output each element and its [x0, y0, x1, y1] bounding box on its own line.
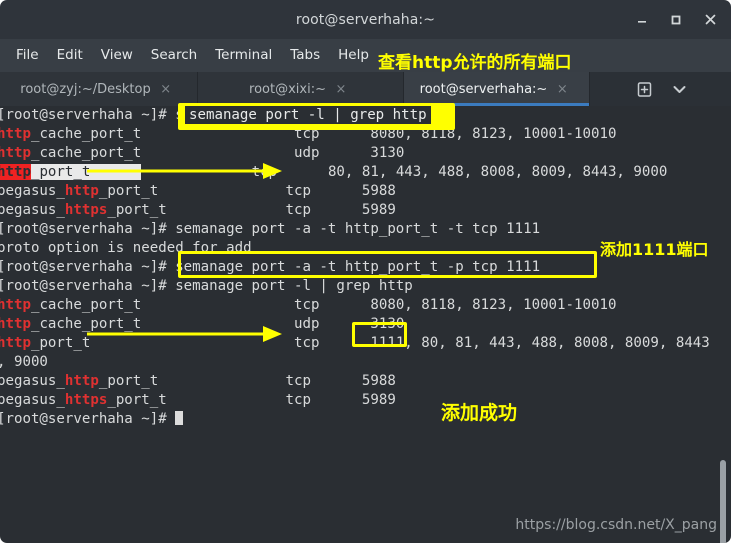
terminal-text: [root@serverhaha ~]# semanage port -l | …: [0, 278, 413, 294]
terminal-text: _port_t: [107, 202, 167, 218]
terminal-text: [root@serverhaha ~]# semanage port -a -t…: [0, 221, 541, 237]
terminal-text: http: [0, 164, 31, 180]
terminal-text: _port_t: [98, 373, 159, 389]
annotation-view-ports: 查看http允许的所有端口: [378, 53, 572, 73]
terminal-scrollbar[interactable]: [719, 106, 729, 543]
terminal-line: pegasus_https_port_t tcp 5989: [0, 201, 710, 220]
terminal-text: tcp 5988: [158, 183, 396, 199]
terminal-text: http: [64, 183, 99, 199]
terminal-text: [175, 411, 184, 425]
tab-close-icon[interactable]: ×: [555, 82, 569, 97]
tab-root-zyj-desktop[interactable]: root@zyj:~/Desktop ×: [0, 72, 198, 106]
terminal-text: http: [0, 316, 31, 332]
watermark: https://blog.csdn.net/X_pang: [515, 517, 717, 533]
terminal-text: http: [64, 373, 99, 389]
terminal-line: pegasus_http_port_t tcp 5988: [0, 372, 710, 391]
annotation-arrow-1: [87, 163, 282, 179]
menu-item-terminal[interactable]: Terminal: [206, 44, 281, 67]
menu-item-edit[interactable]: Edit: [48, 44, 92, 67]
terminal-text: tcp 5988: [158, 373, 396, 389]
menu-bar: File Edit View Search Terminal Tabs Help: [0, 39, 731, 72]
terminal-text: https: [64, 392, 108, 408]
terminal-text: pegasus_: [0, 392, 65, 408]
close-icon[interactable]: [695, 5, 725, 35]
terminal-text: [root@serverhaha ~]#: [0, 411, 176, 427]
terminal-line: http_cache_port_t tcp 8080, 8118, 8123, …: [0, 296, 710, 315]
terminal-text: _port_t: [30, 335, 91, 351]
terminal-text: , 9000: [0, 354, 48, 370]
terminal-text: udp 3130: [141, 145, 405, 161]
tab-bar-tools: [590, 72, 731, 106]
annotation-arrow-2: [87, 326, 282, 342]
terminal-text: https: [64, 202, 108, 218]
tab-close-icon[interactable]: ×: [159, 82, 173, 97]
tab-root-xixi[interactable]: root@xixi:~ ×: [198, 72, 404, 106]
terminal-text: tcp 5989: [166, 392, 396, 408]
minimize-icon[interactable]: [627, 5, 657, 35]
terminal-text: _port_t: [98, 183, 159, 199]
terminal-window: root@serverhaha:~ File Edit View Search …: [0, 0, 731, 543]
window-controls: [627, 0, 725, 39]
terminal-line: pegasus_http_port_t tcp 5988: [0, 182, 710, 201]
maximize-icon[interactable]: [661, 5, 691, 35]
terminal-text: http: [0, 335, 31, 351]
scrollbar-thumb[interactable]: [720, 460, 726, 543]
terminal-text: _cache_port_t: [30, 126, 142, 142]
terminal-text: [root@serverhaha ~]# semanage port -a -t…: [0, 259, 541, 275]
terminal-output: [root@serverhaha ~]# semanage port -l | …: [0, 106, 710, 429]
menu-item-help[interactable]: Help: [329, 44, 378, 67]
terminal-text: tcp 8080, 8118, 8123, 10001-10010: [141, 297, 617, 313]
tab-label: root@serverhaha:~: [419, 81, 548, 97]
title-bar: root@serverhaha:~: [0, 0, 731, 39]
terminal-line: [root@serverhaha ~]# semanage port -a -t…: [0, 258, 710, 277]
terminal-text: _cache_port_t: [30, 145, 142, 161]
terminal-text: http: [0, 297, 31, 313]
terminal-line: , 9000: [0, 353, 710, 372]
chevron-down-icon[interactable]: [673, 85, 686, 94]
terminal-text: pegasus_: [0, 202, 65, 218]
menu-item-file[interactable]: File: [7, 44, 48, 67]
tab-bar: root@zyj:~/Desktop × root@xixi:~ × root@…: [0, 72, 731, 106]
tab-close-icon[interactable]: ×: [334, 82, 348, 97]
terminal-text: http: [0, 145, 31, 161]
terminal-text: _port_t: [107, 392, 167, 408]
terminal-text: pegasus_: [0, 183, 65, 199]
annotation-highlight-command-1-text: semanage port -l | grep http: [185, 106, 431, 124]
terminal-line: pegasus_https_port_t tcp 5989: [0, 391, 710, 410]
tab-root-serverhaha[interactable]: root@serverhaha:~ ×: [404, 72, 590, 106]
menu-item-tabs[interactable]: Tabs: [281, 44, 329, 67]
terminal-text: pegasus_: [0, 373, 65, 389]
annotation-add-port: 添加1111端口: [600, 240, 709, 259]
terminal-text: [root@serverhaha ~]#: [0, 107, 176, 123]
tab-label: root@xixi:~: [249, 81, 326, 97]
tab-label: root@zyj:~/Desktop: [20, 81, 151, 97]
window-title: root@serverhaha:~: [295, 11, 436, 28]
terminal-text: proto option is needed for add: [0, 240, 252, 256]
terminal-text: http: [0, 126, 31, 142]
menu-item-search[interactable]: Search: [142, 44, 206, 67]
new-tab-icon[interactable]: [636, 81, 653, 98]
terminal-text: _cache_port_t: [30, 297, 142, 313]
terminal-line: [root@serverhaha ~]#: [0, 410, 710, 429]
annotation-success: 添加成功: [441, 402, 518, 424]
terminal-line: [root@serverhaha ~]# semanage port -l | …: [0, 277, 710, 296]
terminal-text: tcp 5989: [166, 202, 396, 218]
menu-item-view[interactable]: View: [92, 44, 142, 67]
